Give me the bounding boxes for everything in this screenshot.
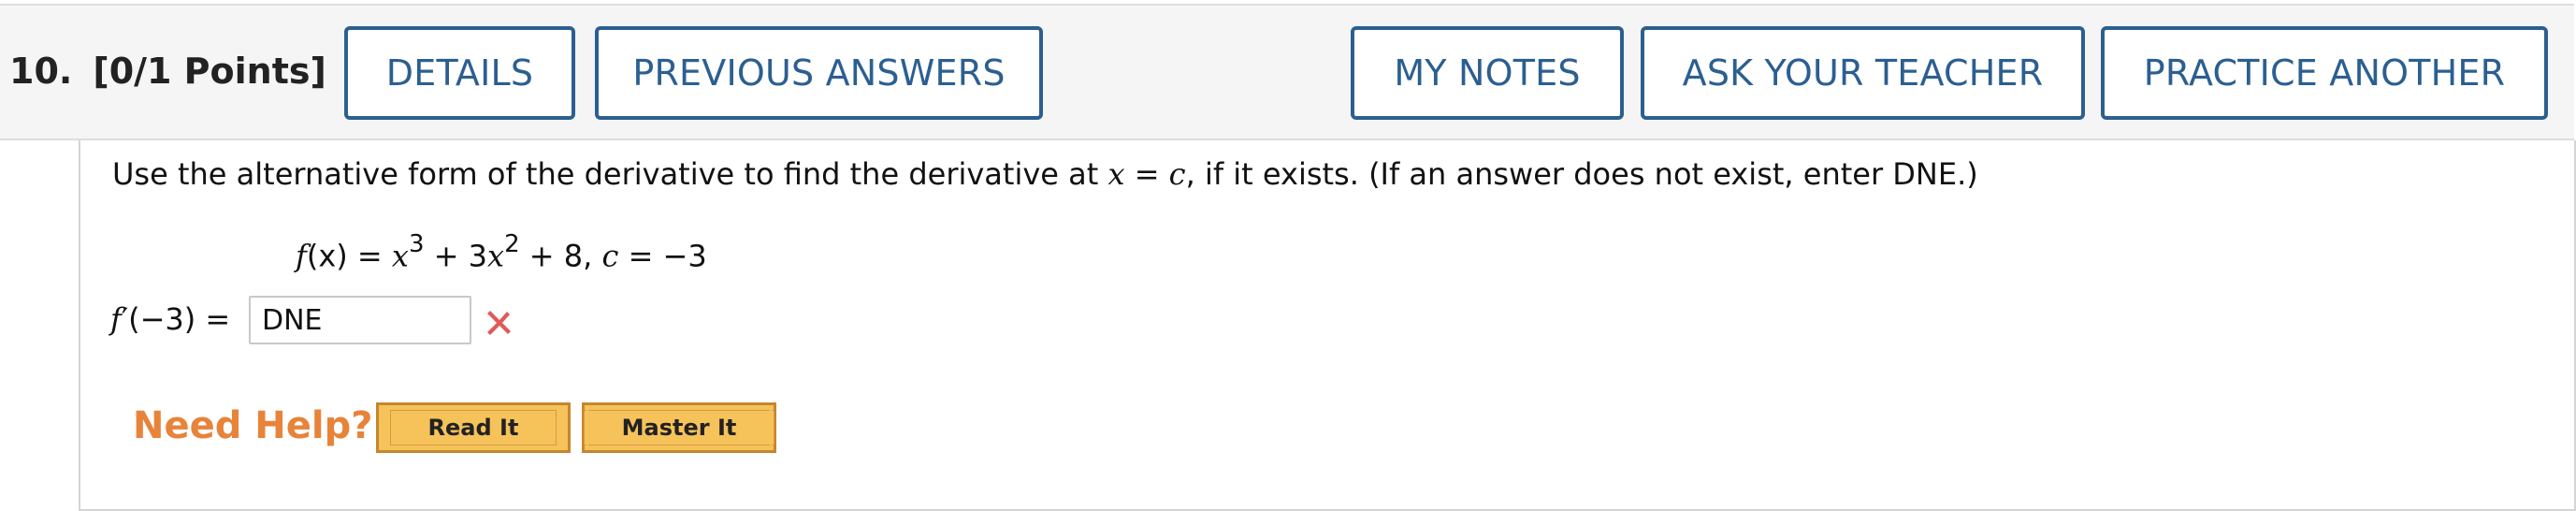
question-points: [0/1 Points]: [93, 51, 326, 92]
question-page: 10. [0/1 Points] DETAILS PREVIOUS ANSWERS…: [0, 0, 2576, 511]
formula-exp2: 2: [504, 230, 520, 258]
formula-fx: (x) =: [306, 238, 392, 274]
my-notes-button[interactable]: MY NOTES: [1351, 26, 1624, 120]
instructions-var-x: x: [1107, 156, 1125, 192]
formula-tail: + 8,: [519, 238, 602, 274]
details-button[interactable]: DETAILS: [344, 26, 575, 120]
x-icon: [487, 311, 511, 335]
question-number: 10.: [9, 51, 73, 92]
answer-label-f: f: [110, 301, 122, 337]
problem-formula: f(x) = x3 + 3x2 + 8, c = −3: [296, 230, 707, 274]
master-it-label: Master It: [583, 410, 775, 445]
formula-f: f: [296, 238, 307, 274]
formula-x2: x: [487, 238, 505, 274]
instructions-text-post: , if it exists. (If an answer does not e…: [1185, 156, 1978, 192]
formula-c: c: [601, 238, 619, 274]
instructions-var-c: c: [1168, 156, 1186, 192]
instructions-equals: =: [1124, 156, 1169, 192]
formula-x1: x: [391, 238, 409, 274]
read-it-button[interactable]: Read It: [376, 402, 571, 453]
problem-instructions: Use the alternative form of the derivati…: [112, 156, 1978, 192]
formula-plus: + 3: [424, 238, 488, 274]
ask-your-teacher-button[interactable]: ASK YOUR TEACHER: [1641, 26, 2085, 120]
answer-label: f′(−3) =: [110, 301, 230, 337]
answer-input[interactable]: [249, 296, 471, 344]
instructions-text-pre: Use the alternative form of the derivati…: [112, 156, 1108, 192]
formula-exp1: 3: [408, 230, 425, 258]
previous-answers-button[interactable]: PREVIOUS ANSWERS: [595, 26, 1043, 120]
practice-another-button[interactable]: PRACTICE ANOTHER: [2101, 26, 2548, 120]
master-it-button[interactable]: Master It: [582, 402, 776, 453]
question-title: 10. [0/1 Points]: [9, 51, 326, 92]
formula-c-value: = −3: [618, 238, 707, 274]
answer-label-rest: ′(−3) =: [121, 301, 231, 337]
read-it-label: Read It: [389, 410, 557, 445]
need-help-label: Need Help?: [133, 404, 373, 447]
